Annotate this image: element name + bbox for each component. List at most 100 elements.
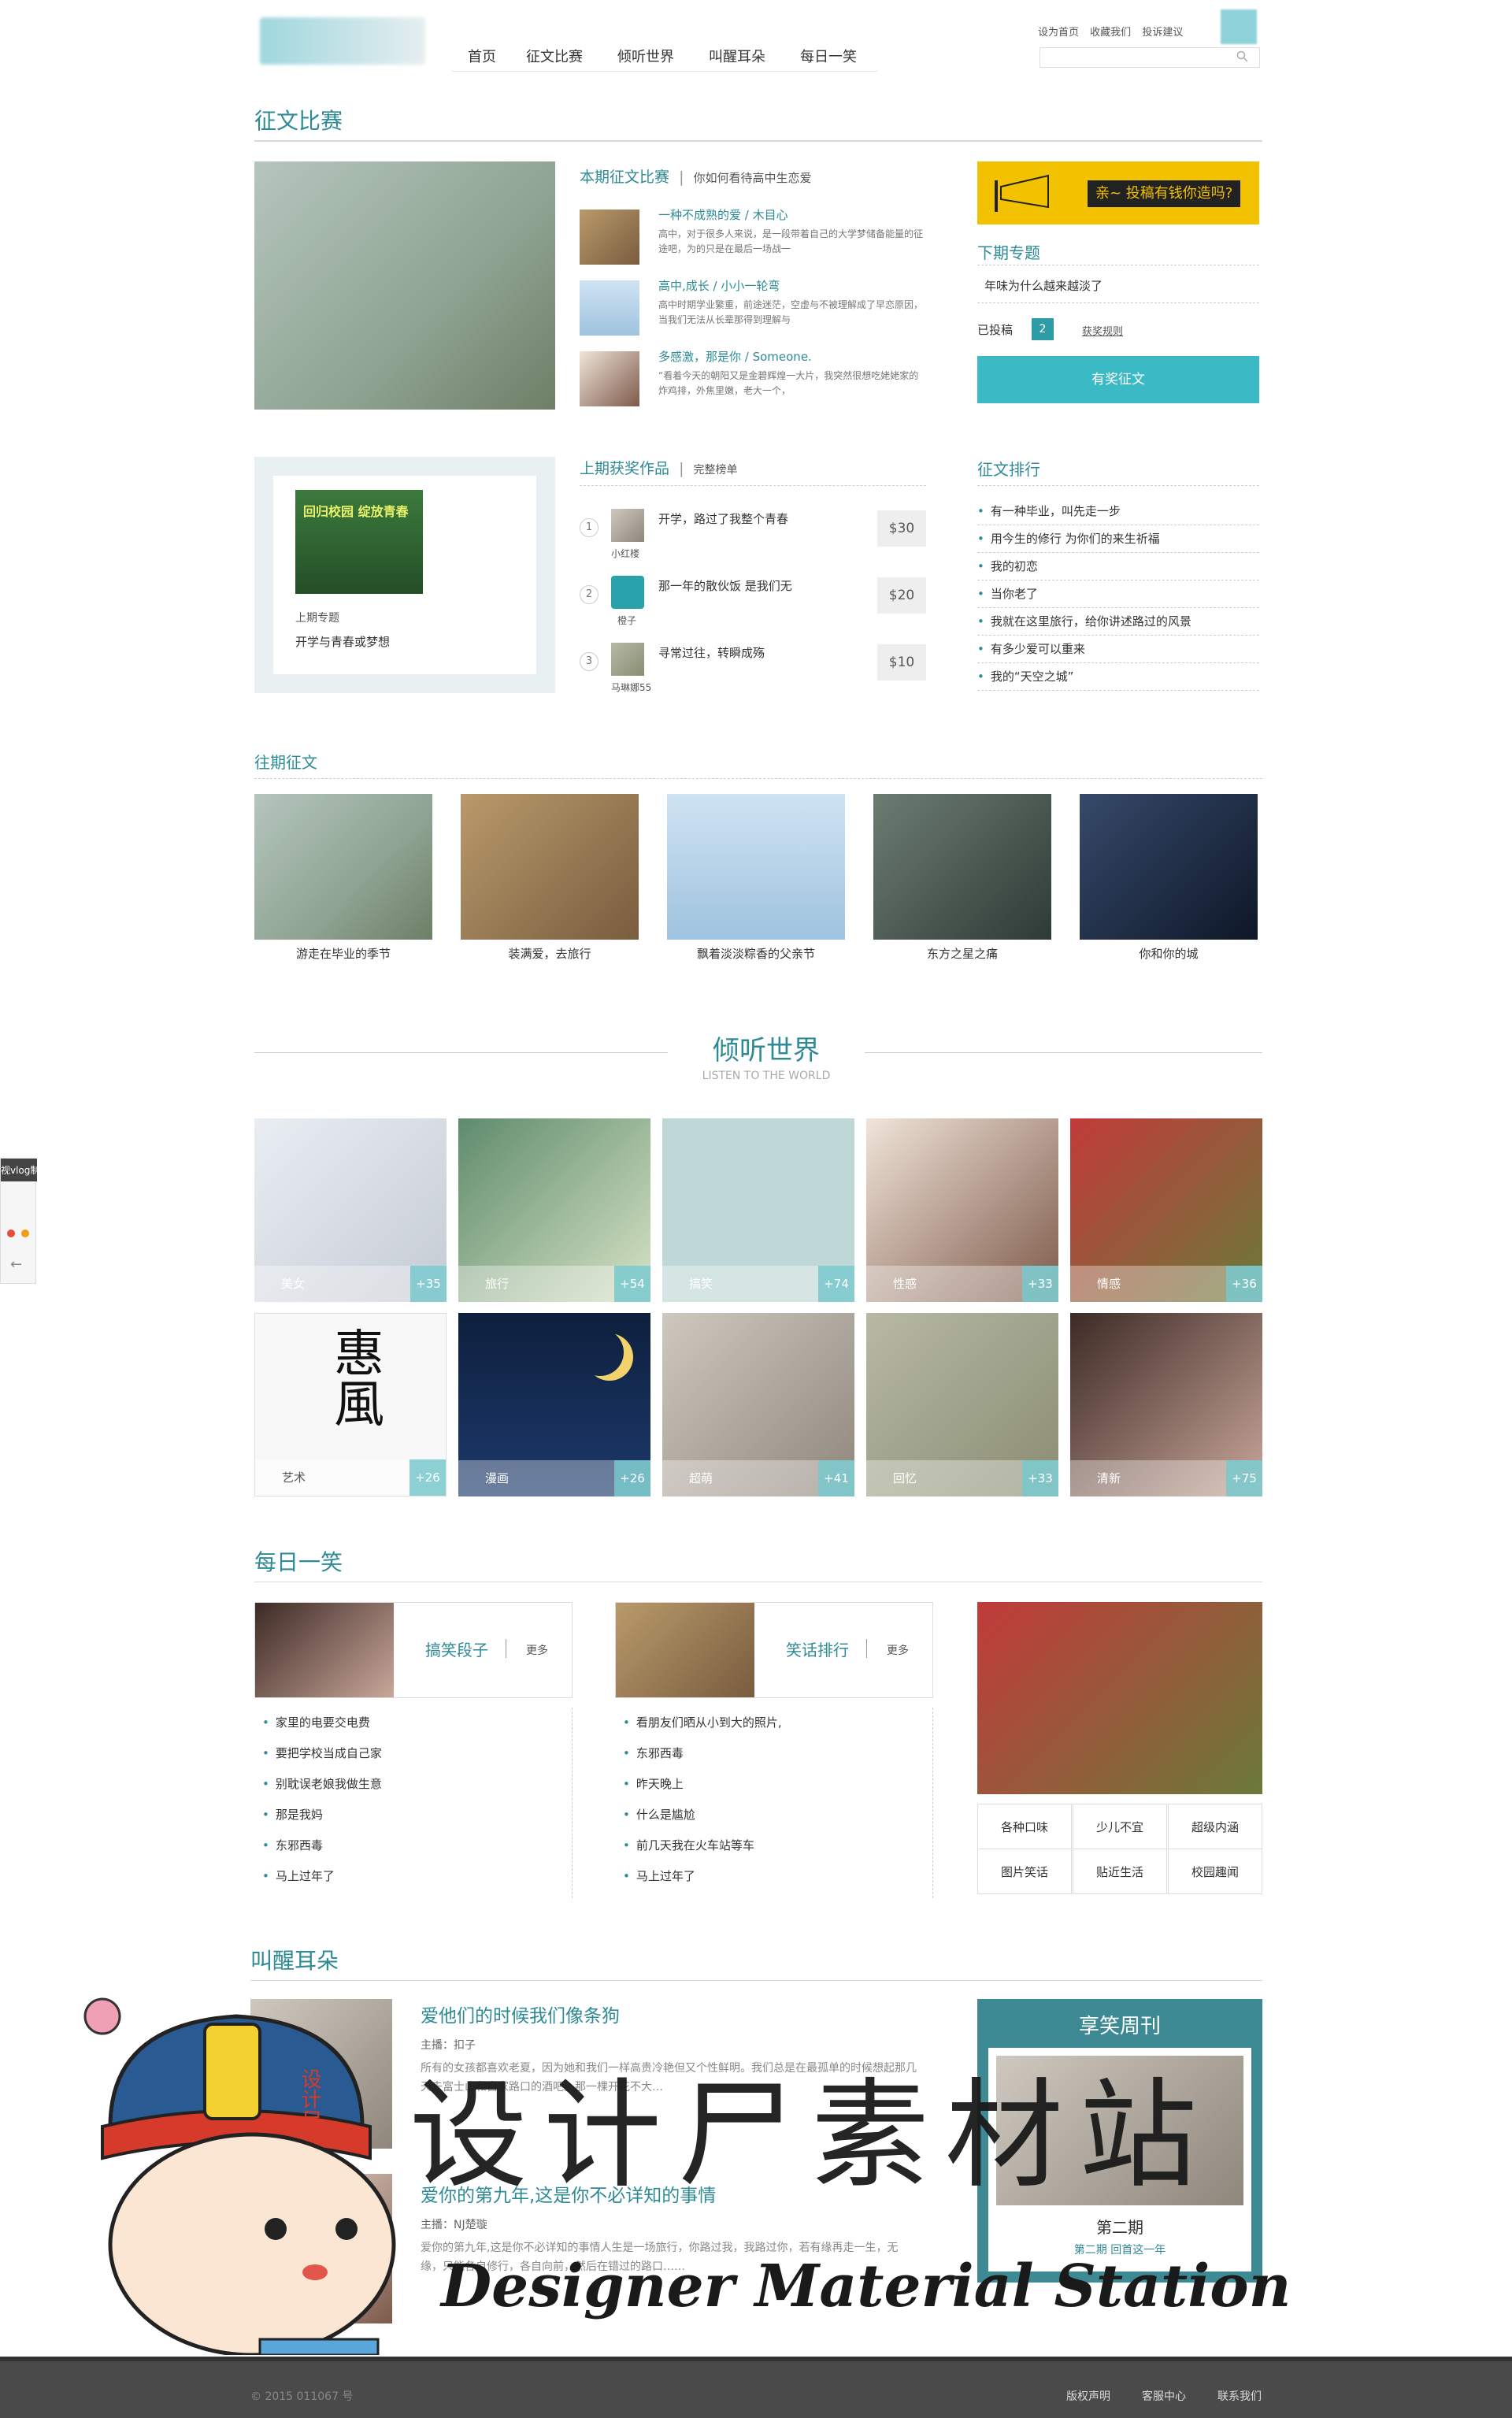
category-tile[interactable]: 情感 +36 xyxy=(1070,1118,1262,1302)
avatar[interactable] xyxy=(1221,9,1257,44)
author-avatar[interactable] xyxy=(611,509,644,542)
award-row[interactable]: 1 小红楼 开学，路过了我整个青春 $30 xyxy=(580,504,926,567)
ranking-item[interactable]: 有多少爱可以重来 xyxy=(977,636,1259,663)
entry-thumbnail[interactable] xyxy=(580,351,639,406)
ranking-item[interactable]: 有一种毕业，叫先走一步 xyxy=(977,498,1259,525)
last-topic-name[interactable]: 开学与青春或梦想 xyxy=(295,633,390,650)
laugh-item[interactable]: 要把学校当成自己家 xyxy=(254,1738,572,1769)
past-contest-title[interactable]: 东方之星之痛 xyxy=(873,945,1051,962)
footer-link-support[interactable]: 客服中心 xyxy=(1142,2388,1186,2404)
laugh-item[interactable]: 昨天晚上 xyxy=(615,1769,932,1800)
author-name[interactable]: 小红楼 xyxy=(611,547,639,560)
entry-thumbnail[interactable] xyxy=(580,210,639,265)
category-tile[interactable]: 搞笑 +74 xyxy=(662,1118,854,1302)
contest-feature-image[interactable] xyxy=(254,161,555,410)
nav-listen[interactable]: 倾听世界 xyxy=(617,46,674,66)
last-topic-poster[interactable]: 回归校园 绽放青春 xyxy=(295,490,423,594)
category-button[interactable]: 少儿不宜 xyxy=(1073,1804,1167,1849)
more-link[interactable]: 更多 xyxy=(887,1642,909,1658)
laugh-card-header[interactable]: 搞笑段子 更多 xyxy=(254,1602,573,1698)
contest-entry[interactable]: 多感激，那是你 / Someone. “看着今天的朝阳又是金碧辉煌一大片，我突然… xyxy=(580,348,926,411)
entry-title[interactable]: 一种不成熟的爱 / 木目心 xyxy=(658,206,788,223)
award-title-text[interactable]: 开学，路过了我整个青春 xyxy=(658,510,788,527)
laugh-feature-image[interactable] xyxy=(977,1602,1262,1794)
nav-laugh[interactable]: 每日一笑 xyxy=(800,46,857,66)
entry-title[interactable]: 多感激，那是你 / Someone. xyxy=(658,348,812,365)
ranking-item[interactable]: 我的“天空之城” xyxy=(977,663,1259,691)
category-tile[interactable]: 性感 +33 xyxy=(866,1118,1058,1302)
laugh-card-header[interactable]: 笑话排行 更多 xyxy=(615,1602,933,1698)
entry-thumbnail[interactable] xyxy=(580,280,639,336)
past-contest-image[interactable] xyxy=(873,794,1051,940)
bookmark-link[interactable]: 收藏我们 xyxy=(1090,27,1131,39)
category-button[interactable]: 超级内涵 xyxy=(1168,1804,1262,1849)
author-avatar[interactable] xyxy=(611,643,644,676)
entry-title[interactable]: 高中,成长 / 小小一轮弯 xyxy=(658,277,780,294)
past-contest-title[interactable]: 装满爱，去旅行 xyxy=(461,945,639,962)
submit-banner[interactable]: 亲~ 投稿有钱你造吗? xyxy=(977,161,1259,224)
past-contest-image[interactable] xyxy=(461,794,639,940)
category-tile[interactable]: 漫画 +26 xyxy=(458,1313,650,1496)
category-tile[interactable]: 回忆 +33 xyxy=(866,1313,1058,1496)
ranking-item[interactable]: 用今生的修行 为你们的来生祈福 xyxy=(977,525,1259,553)
ears-item-title[interactable]: 爱他们的时候我们像条狗 xyxy=(421,2001,620,2027)
award-title-text[interactable]: 寻常过往，转瞬成殇 xyxy=(658,644,765,661)
laugh-item[interactable]: 别耽误老娘我做生意 xyxy=(254,1769,572,1800)
laugh-card-image[interactable] xyxy=(616,1603,754,1697)
past-contest-title[interactable]: 飘着淡淡粽香的父亲节 xyxy=(667,945,845,962)
category-tile[interactable]: 惠風 艺术 +26 xyxy=(254,1313,447,1496)
category-button[interactable]: 校园趣闻 xyxy=(1168,1849,1262,1894)
nav-home[interactable]: 首页 xyxy=(468,46,496,66)
category-button[interactable]: 图片笑话 xyxy=(977,1849,1072,1894)
more-link[interactable]: 更多 xyxy=(526,1642,548,1658)
laugh-item[interactable]: 东邪西毒 xyxy=(254,1830,572,1861)
laugh-item[interactable]: 那是我妈 xyxy=(254,1800,572,1830)
current-contest-title[interactable]: 本期征文比赛 xyxy=(580,169,669,186)
laugh-item[interactable]: 看朋友们晒从小到大的照片, xyxy=(615,1708,932,1738)
rules-link[interactable]: 获奖规则 xyxy=(1082,323,1123,338)
past-contest-image[interactable] xyxy=(667,794,845,940)
next-topic[interactable]: 年味为什么越来越淡了 xyxy=(984,277,1102,294)
prize-contest-button[interactable]: 有奖征文 xyxy=(977,356,1259,403)
feedback-link[interactable]: 投诉建议 xyxy=(1142,27,1183,39)
nav-ears[interactable]: 叫醒耳朵 xyxy=(709,46,765,66)
category-button[interactable]: 各种口味 xyxy=(977,1804,1072,1849)
laugh-card-title[interactable]: 笑话排行 xyxy=(786,1637,849,1660)
author-name[interactable]: 马琳娜55 xyxy=(611,681,651,694)
nav-contest[interactable]: 征文比赛 xyxy=(526,46,583,66)
category-tile[interactable]: 清新 +75 xyxy=(1070,1313,1262,1496)
footer-link-contact[interactable]: 联系我们 xyxy=(1217,2388,1262,2404)
last-topic-card[interactable]: 回归校园 绽放青春 上期专题 开学与青春或梦想 xyxy=(254,457,555,693)
category-tile[interactable]: 旅行 +54 xyxy=(458,1118,650,1302)
award-row[interactable]: 2 橙子 那一年的散伙饭 是我们无 $20 xyxy=(580,571,926,634)
past-contest-image[interactable] xyxy=(254,794,432,940)
laugh-item[interactable]: 什么是尴尬 xyxy=(615,1800,932,1830)
footer-link-copyright[interactable]: 版权声明 xyxy=(1066,2388,1110,2404)
laugh-item[interactable]: 前几天我在火车站等车 xyxy=(615,1830,932,1861)
category-button[interactable]: 贴近生活 xyxy=(1073,1849,1167,1894)
category-tile[interactable]: 超萌 +41 xyxy=(662,1313,854,1496)
contest-entry[interactable]: 一种不成熟的爱 / 木目心 高中，对于很多人来说，是一段带着自己的大学梦储备能量… xyxy=(580,206,926,269)
author-avatar[interactable] xyxy=(611,576,644,609)
award-full-list-link[interactable]: 完整榜单 xyxy=(694,464,738,477)
laugh-item[interactable]: 家里的电要交电费 xyxy=(254,1708,572,1738)
award-title-text[interactable]: 那一年的散伙饭 是我们无 xyxy=(658,577,792,594)
back-arrow-icon[interactable]: ← xyxy=(10,1256,22,1273)
set-home-link[interactable]: 设为首页 xyxy=(1038,27,1079,39)
side-widget[interactable]: 视vlog制 ← xyxy=(0,1158,37,1284)
laugh-item[interactable]: 东邪西毒 xyxy=(615,1738,932,1769)
ranking-item[interactable]: 我就在这里旅行，给你讲述路过的风景 xyxy=(977,608,1259,636)
category-tile[interactable]: 美女 +35 xyxy=(254,1118,447,1302)
logo[interactable] xyxy=(260,17,425,65)
contest-entry[interactable]: 高中,成长 / 小小一轮弯 高中时期学业繁重，前途迷茫，空虚与不被理解成了早恋原… xyxy=(580,277,926,340)
past-contest-title[interactable]: 你和你的城 xyxy=(1080,945,1258,962)
ranking-item[interactable]: 我的初恋 xyxy=(977,553,1259,580)
award-row[interactable]: 3 马琳娜55 寻常过往，转瞬成殇 $10 xyxy=(580,638,926,701)
past-contest-title[interactable]: 游走在毕业的季节 xyxy=(254,945,432,962)
laugh-card-title[interactable]: 搞笑段子 xyxy=(425,1637,488,1660)
laugh-item[interactable]: 马上过年了 xyxy=(254,1861,572,1892)
ranking-item[interactable]: 当你老了 xyxy=(977,580,1259,608)
search-input[interactable] xyxy=(1040,47,1260,68)
laugh-item[interactable]: 马上过年了 xyxy=(615,1861,932,1892)
author-name[interactable]: 橙子 xyxy=(617,614,636,627)
